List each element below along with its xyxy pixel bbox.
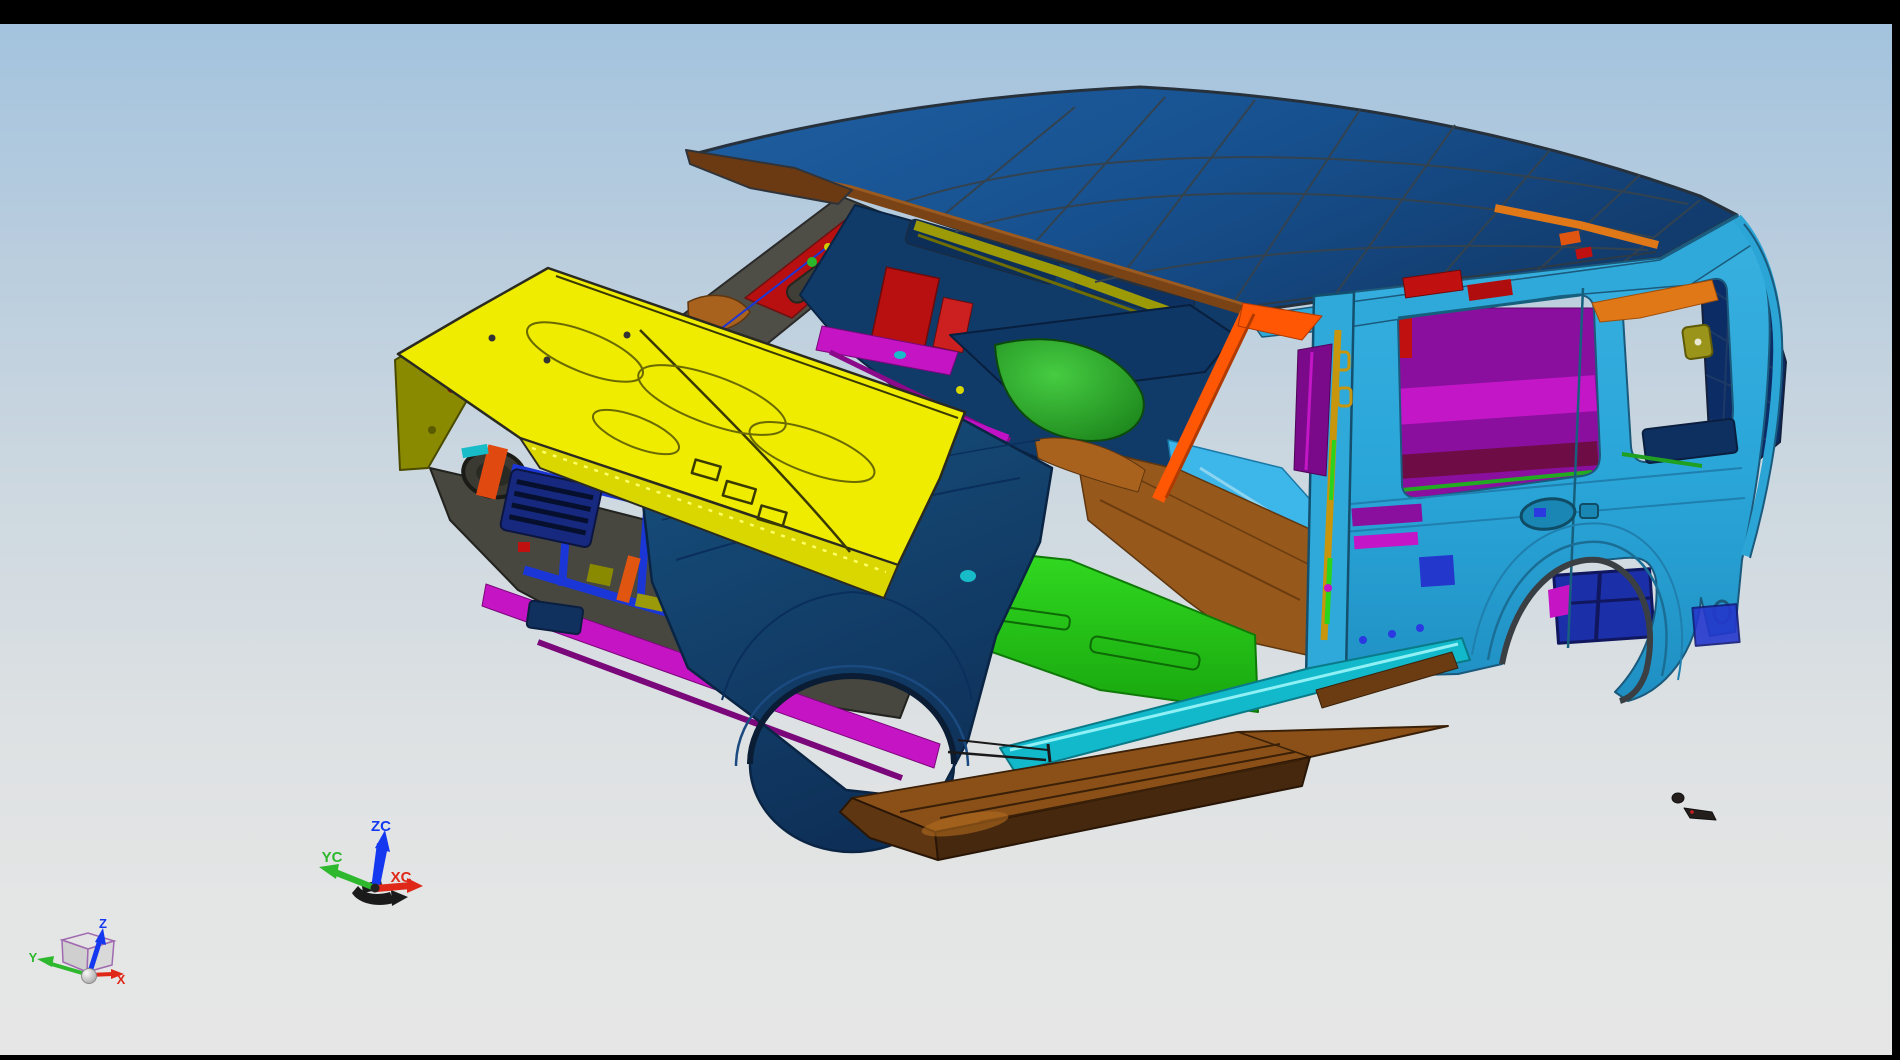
hood-bolt-2	[624, 332, 631, 339]
wcs-triad[interactable]: ZC YC XC	[319, 818, 423, 906]
cowl-purple-band[interactable]	[1294, 344, 1332, 476]
abs-y-tip	[37, 956, 54, 967]
bottom-frame-bar	[0, 1055, 1900, 1060]
sill-blue-dot-3	[1416, 624, 1424, 632]
abs-z-label: Z	[99, 916, 107, 931]
sill-blue-dot-1	[1359, 636, 1367, 644]
hood-bolt-1	[489, 335, 496, 342]
application-window: ZC YC XC Z Y X	[0, 0, 1900, 1060]
wcs-origin[interactable]	[371, 884, 380, 893]
abs-origin-sphere[interactable]	[82, 969, 97, 984]
debris-dot[interactable]	[1672, 793, 1684, 803]
abs-triad[interactable]: Z Y X	[29, 916, 126, 987]
abs-x-label: X	[117, 972, 126, 987]
debris-red-speck	[1690, 810, 1694, 814]
pillar-green-clip	[807, 257, 817, 267]
rear-lower-blue-box[interactable]	[1692, 604, 1739, 646]
blade-hole	[428, 426, 436, 434]
b-pillar-magenta-dot	[1324, 584, 1332, 592]
wcs-y-axis[interactable]	[331, 867, 377, 892]
wcs-x-label: XC	[391, 869, 412, 886]
wcs-z-label: ZC	[371, 818, 391, 835]
loose-debris[interactable]	[1672, 793, 1716, 820]
debris-bracket[interactable]	[1684, 808, 1716, 820]
3d-model-canvas[interactable]: ZC YC XC Z Y X	[0, 0, 1900, 1060]
board-wire-post	[1048, 744, 1050, 762]
top-frame-bar	[0, 0, 1900, 24]
door-handle-blue	[1534, 508, 1546, 517]
door-handle-plate	[1580, 504, 1598, 518]
right-frame-bar	[1892, 0, 1900, 1060]
red-bit-1	[518, 542, 530, 552]
doorgap-blue-patch	[1419, 555, 1455, 587]
sill-blue-dot-2	[1388, 630, 1396, 638]
wcs-y-tip	[319, 864, 339, 879]
wcs-base-arrow	[391, 890, 408, 906]
fender-teal-grommet	[960, 570, 976, 582]
olive-bracket-hole	[1695, 339, 1702, 346]
abs-cube	[62, 933, 114, 972]
cowl-yellow-clip	[956, 386, 964, 394]
wcs-y-label: YC	[322, 849, 343, 866]
hood-bolt-3	[544, 357, 551, 364]
car-model[interactable]	[395, 87, 1786, 860]
cowl-teal-clip	[894, 351, 906, 359]
abs-y-label: Y	[29, 950, 38, 965]
